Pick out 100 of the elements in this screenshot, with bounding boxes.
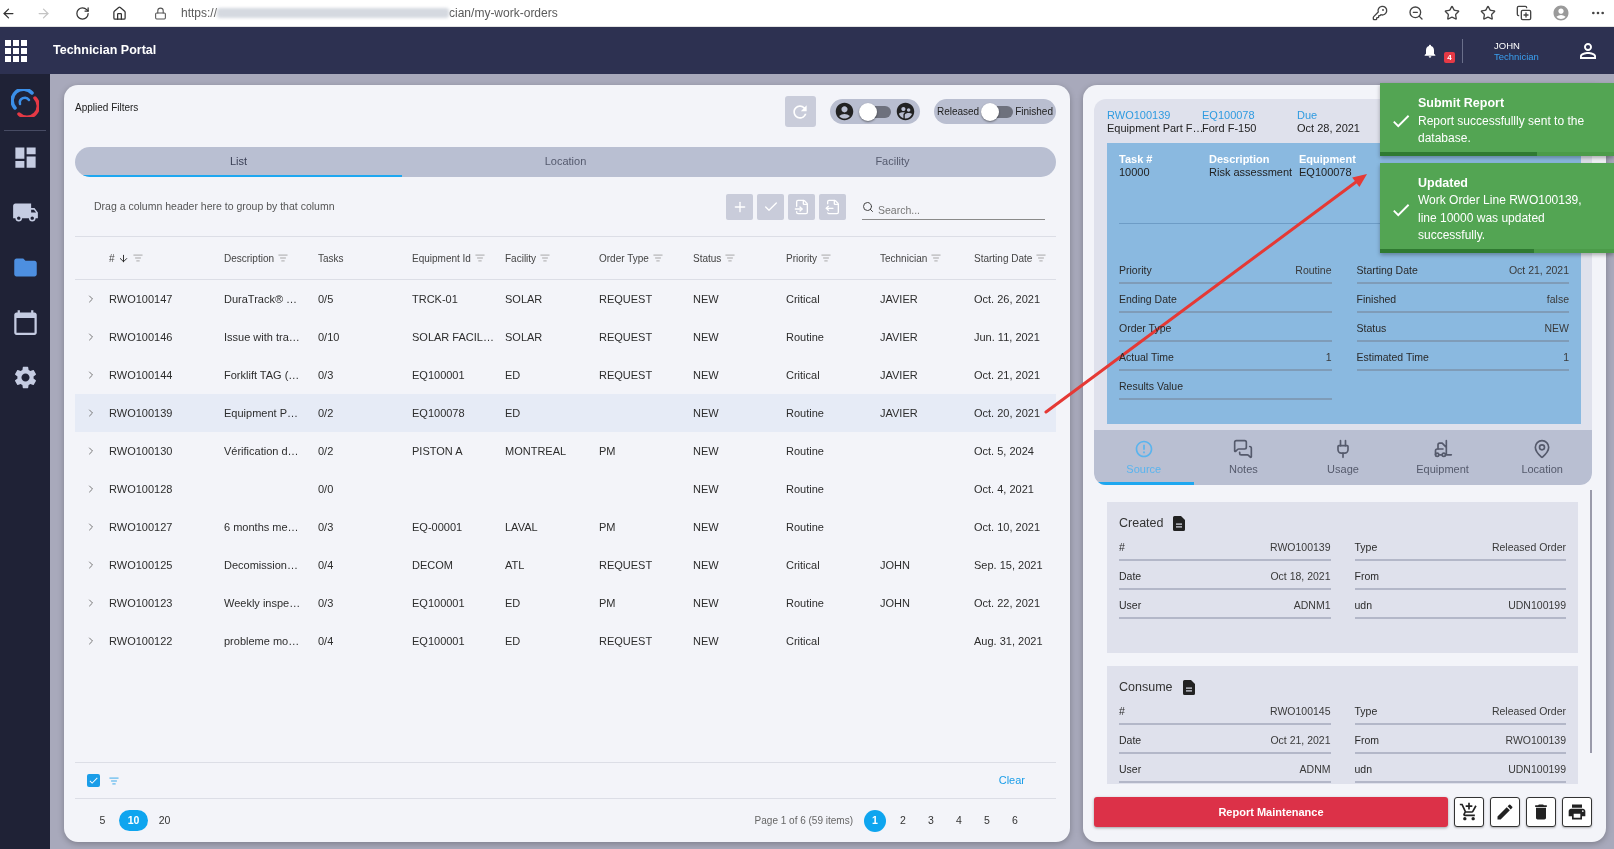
table-cell-text: Routine xyxy=(786,443,824,459)
filter-icon[interactable] xyxy=(109,775,119,786)
column-header[interactable]: # xyxy=(109,250,115,266)
key-icon[interactable] xyxy=(1372,5,1388,21)
user-name: JOHN xyxy=(1494,39,1521,51)
view-tab[interactable]: Facility xyxy=(729,147,1056,177)
apps-grid-icon[interactable] xyxy=(5,39,27,62)
user-role: Technician xyxy=(1494,50,1540,62)
view-tab[interactable]: List xyxy=(75,147,402,177)
home-icon[interactable] xyxy=(112,5,127,21)
table-cell-text: EQ-00001 xyxy=(412,519,463,535)
column-header[interactable]: Facility xyxy=(505,250,537,266)
field-label: User xyxy=(1119,598,1142,614)
column-header[interactable]: Equipment Id xyxy=(412,250,471,266)
report-maintenance-button[interactable]: Report Maintenance xyxy=(1094,797,1448,827)
table-cell-text: Routine xyxy=(786,595,824,611)
filter-icon[interactable] xyxy=(474,253,485,263)
import-button[interactable] xyxy=(788,193,815,220)
table-cell-text: SOLAR xyxy=(505,291,543,307)
cart-plus-icon xyxy=(1459,802,1479,822)
avatar-icon[interactable] xyxy=(1552,4,1570,22)
table-cell-text: Oct. 21, 2021 xyxy=(974,367,1041,383)
table-cell-text: NEW xyxy=(693,481,719,497)
field-label: Status xyxy=(1356,321,1387,337)
delete-button[interactable] xyxy=(1526,797,1556,827)
filter-icon[interactable] xyxy=(931,253,942,263)
star-icon[interactable] xyxy=(1480,5,1496,21)
checkbox[interactable] xyxy=(87,774,100,787)
search-field[interactable]: Search... xyxy=(862,200,1045,220)
column-header[interactable]: Starting Date xyxy=(974,250,1033,266)
table-cell-text: SOLAR xyxy=(505,329,543,345)
view-tab[interactable]: Location xyxy=(402,147,729,177)
column-header[interactable]: Priority xyxy=(786,250,818,266)
table-cell-text: NEW xyxy=(693,557,719,573)
print-button[interactable] xyxy=(1562,797,1592,827)
back-arrow-icon[interactable] xyxy=(1,5,16,21)
filter-icon[interactable] xyxy=(540,253,551,263)
toggle-switch[interactable] xyxy=(858,102,891,121)
logo-icon[interactable] xyxy=(11,89,39,117)
add-button[interactable] xyxy=(726,193,753,220)
sort-arrow-icon[interactable] xyxy=(117,252,129,264)
page-number[interactable]: 2 xyxy=(892,809,914,832)
column-header[interactable]: Description xyxy=(224,250,275,266)
table-cell-text: Oct. 22, 2021 xyxy=(974,595,1041,611)
field-value: Oct 18, 2021 xyxy=(1270,569,1331,585)
address-field[interactable]: https:// cian/my-work-orders xyxy=(181,4,558,22)
filter-icon[interactable] xyxy=(652,253,663,263)
page-info: Page 1 of 6 (59 items) xyxy=(754,814,853,828)
column-header[interactable]: Technician xyxy=(880,250,928,266)
filter-icon[interactable] xyxy=(1036,253,1047,263)
check-button[interactable] xyxy=(757,193,784,220)
page-number[interactable]: 5 xyxy=(976,809,998,832)
field-label: # xyxy=(1119,540,1125,556)
field-value: ADNM1 xyxy=(1293,598,1331,614)
filter-icon[interactable] xyxy=(821,253,832,263)
page-number[interactable]: 3 xyxy=(920,809,942,832)
page-size-option[interactable]: 5 xyxy=(88,810,117,831)
refresh-button[interactable] xyxy=(784,96,816,127)
bell-icon[interactable] xyxy=(1422,42,1438,59)
document-icon xyxy=(1173,515,1186,531)
task-column-label: Task # xyxy=(1119,153,1154,166)
scrollbar[interactable] xyxy=(1590,490,1592,753)
add-to-cart-button[interactable] xyxy=(1454,797,1484,827)
table-cell-text: NEW xyxy=(693,405,719,421)
filter-icon[interactable] xyxy=(278,253,289,263)
toggle-switch[interactable] xyxy=(981,102,1014,121)
filter-icon[interactable] xyxy=(132,253,143,263)
table-cell-text: ED xyxy=(505,367,521,383)
table-cell-text: Oct. 20, 2021 xyxy=(974,405,1041,421)
search-icon xyxy=(862,200,874,213)
applied-filters-label: Applied Filters xyxy=(75,101,139,115)
forward-arrow-icon[interactable] xyxy=(36,5,51,21)
detail-tab[interactable]: Equipment xyxy=(1392,430,1493,485)
copy-plus-icon[interactable] xyxy=(1516,5,1532,21)
table-cell-text: RWO100127 xyxy=(109,519,173,535)
toggle-label: Released xyxy=(936,105,980,119)
column-header[interactable]: Status xyxy=(693,250,722,266)
page-number[interactable]: 4 xyxy=(948,809,970,832)
column-header[interactable]: Tasks xyxy=(318,250,344,266)
chat-bubbles-icon xyxy=(1233,439,1254,459)
table-cell-text: Routine xyxy=(786,329,824,345)
reload-icon[interactable] xyxy=(75,5,90,21)
field-label: From xyxy=(1354,569,1379,585)
zoom-out-icon[interactable] xyxy=(1408,5,1424,21)
table-cell-text: 0/3 xyxy=(318,519,334,535)
table-cell-text: RWO100139 xyxy=(109,405,173,421)
table-row[interactable]: RWO100139 Equipment P… 0/2 EQ100078 ED NEW Routine JAVIER Oct. 20, 2021 xyxy=(75,394,1056,432)
detail-tab[interactable]: Location xyxy=(1492,430,1592,485)
page-number[interactable]: 6 xyxy=(1004,809,1026,832)
filter-icon[interactable] xyxy=(725,253,736,263)
column-header[interactable]: Order Type xyxy=(599,250,649,266)
person-icon xyxy=(833,101,855,122)
calendar-icon[interactable] xyxy=(11,309,39,336)
detail-tab[interactable]: Notes xyxy=(1193,430,1294,485)
page-size-option[interactable]: 20 xyxy=(150,810,179,831)
detail-tab[interactable]: Usage xyxy=(1293,430,1393,485)
export-button[interactable] xyxy=(819,193,846,220)
field-label: Date xyxy=(1119,569,1142,585)
edit-button[interactable] xyxy=(1490,797,1520,827)
star-icon[interactable] xyxy=(1444,5,1460,21)
